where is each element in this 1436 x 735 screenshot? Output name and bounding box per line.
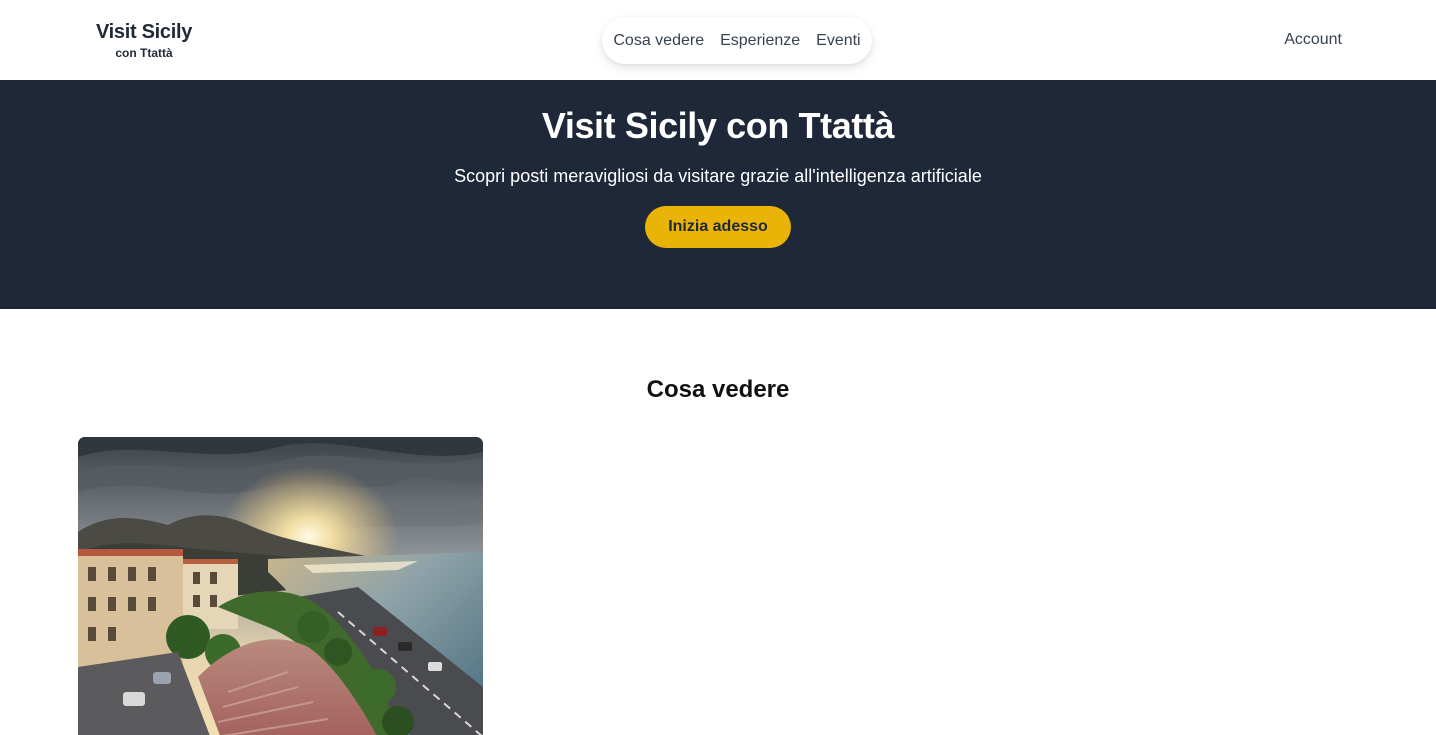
start-now-button[interactable]: Inizia adesso bbox=[645, 206, 791, 248]
nav-item-cosa-vedere[interactable]: Cosa vedere bbox=[613, 31, 704, 51]
main-nav: Cosa vedere Esperienze Eventi bbox=[602, 17, 872, 64]
coastal-town-sunset-image bbox=[78, 437, 483, 735]
logo-title: Visit Sicily bbox=[95, 21, 193, 43]
site-header: Visit Sicily con Ttattà Cosa vedere Espe… bbox=[0, 0, 1436, 80]
place-card[interactable] bbox=[78, 437, 483, 735]
nav-item-eventi[interactable]: Eventi bbox=[816, 31, 860, 51]
nav-item-esperienze[interactable]: Esperienze bbox=[720, 31, 800, 51]
account-link[interactable]: Account bbox=[1284, 30, 1342, 50]
site-logo[interactable]: Visit Sicily con Ttattà bbox=[94, 20, 194, 61]
hero-banner: Visit Sicily con Ttattà Scopri posti mer… bbox=[0, 80, 1436, 309]
section-title: Cosa vedere bbox=[646, 376, 790, 403]
logo-subtitle: con Ttattà bbox=[115, 46, 173, 60]
hero-title: Visit Sicily con Ttattà bbox=[541, 105, 895, 146]
hero-subtitle: Scopri posti meravigliosi da visitare gr… bbox=[454, 166, 982, 186]
